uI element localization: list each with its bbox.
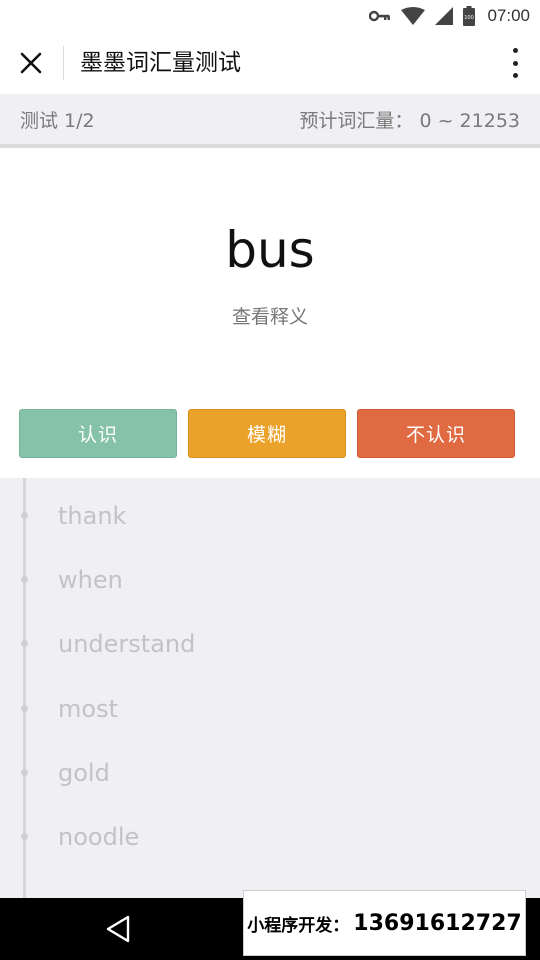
- more-vertical-icon: [512, 48, 518, 53]
- history-word: thank: [58, 502, 127, 530]
- vocab-estimate-range: 0 ~ 21253: [419, 110, 520, 132]
- close-button[interactable]: [14, 48, 48, 78]
- promo-phone: 13691612727: [353, 910, 522, 936]
- unknown-button[interactable]: 不认识: [357, 409, 515, 458]
- view-meaning-link[interactable]: 查看释义: [0, 302, 540, 329]
- history-word: noodle: [58, 823, 140, 851]
- timeline-dot: [21, 705, 28, 712]
- vague-button[interactable]: 模糊: [188, 409, 346, 458]
- timeline-dot: [21, 576, 28, 583]
- answer-buttons: 认识 模糊 不认识: [19, 409, 515, 458]
- vocab-estimate-label: 预计词汇量：: [299, 110, 414, 132]
- page-title: 墨墨词汇量测试: [80, 50, 241, 76]
- list-item[interactable]: understand: [0, 624, 540, 664]
- history-word: when: [58, 566, 123, 594]
- timeline-dot: [21, 833, 28, 840]
- list-item[interactable]: thank: [0, 496, 540, 536]
- promo-label: 小程序开发：: [247, 915, 350, 936]
- more-vertical-icon: [512, 73, 518, 78]
- nav-bar: 墨墨词汇量测试: [0, 32, 540, 94]
- list-item[interactable]: gold: [0, 753, 540, 793]
- progress-info-bar: 测试 1/2 预计词汇量： 0 ~ 21253: [0, 94, 540, 148]
- status-icons: 100 07:00: [369, 4, 530, 28]
- signal-icon: [435, 7, 454, 25]
- timeline-dot: [21, 640, 28, 647]
- list-item[interactable]: most: [0, 689, 540, 729]
- test-word: bus: [225, 221, 315, 279]
- history-word: gold: [58, 759, 110, 787]
- history-word: understand: [58, 630, 196, 658]
- close-icon: [20, 52, 42, 74]
- wifi-icon: [401, 7, 426, 25]
- list-item[interactable]: noodle: [0, 817, 540, 857]
- battery-label: 100: [465, 15, 475, 21]
- timeline-dot: [21, 512, 28, 519]
- more-vertical-icon: [512, 60, 518, 66]
- word-history-list: thank when understand most gold noodle: [0, 478, 540, 898]
- vocab-estimate: 预计词汇量： 0 ~ 21253: [299, 106, 520, 133]
- list-item[interactable]: when: [0, 560, 540, 600]
- know-button[interactable]: 认识: [19, 409, 177, 458]
- promo-watermark: 小程序开发： 13691612727: [243, 890, 526, 956]
- status-time: 07:00: [487, 6, 530, 25]
- vpn-key-icon: [369, 10, 391, 22]
- back-triangle-icon[interactable]: [104, 915, 134, 943]
- word-card: bus 查看释义 认识 模糊 不认识: [0, 148, 540, 478]
- status-bar: 100 07:00: [0, 0, 540, 32]
- more-button[interactable]: [508, 48, 522, 78]
- nav-divider: [63, 46, 64, 80]
- test-progress: 测试 1/2: [20, 110, 95, 132]
- battery-icon: 100: [463, 6, 476, 26]
- timeline-dot: [21, 769, 28, 776]
- history-word: most: [58, 695, 118, 723]
